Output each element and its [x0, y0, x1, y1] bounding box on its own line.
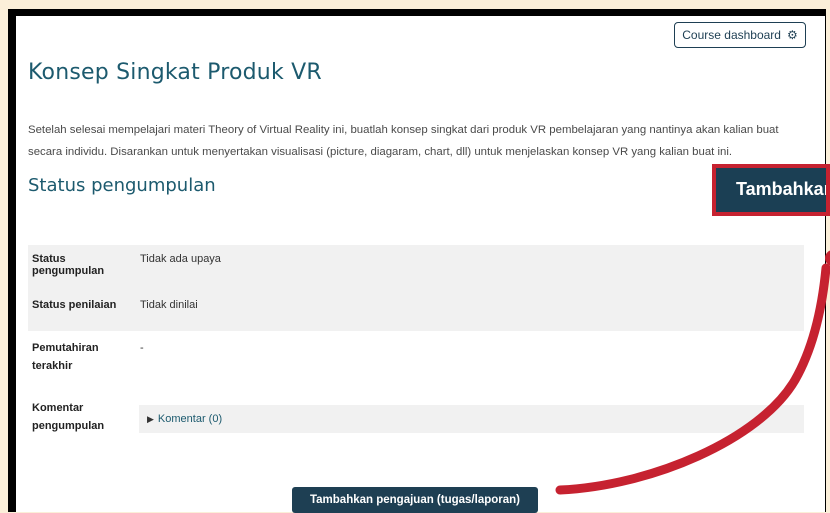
add-submission-button[interactable]: Tambahkan pengajuan (tugas/laporan)	[292, 487, 538, 513]
pointer-arrow	[555, 250, 830, 495]
